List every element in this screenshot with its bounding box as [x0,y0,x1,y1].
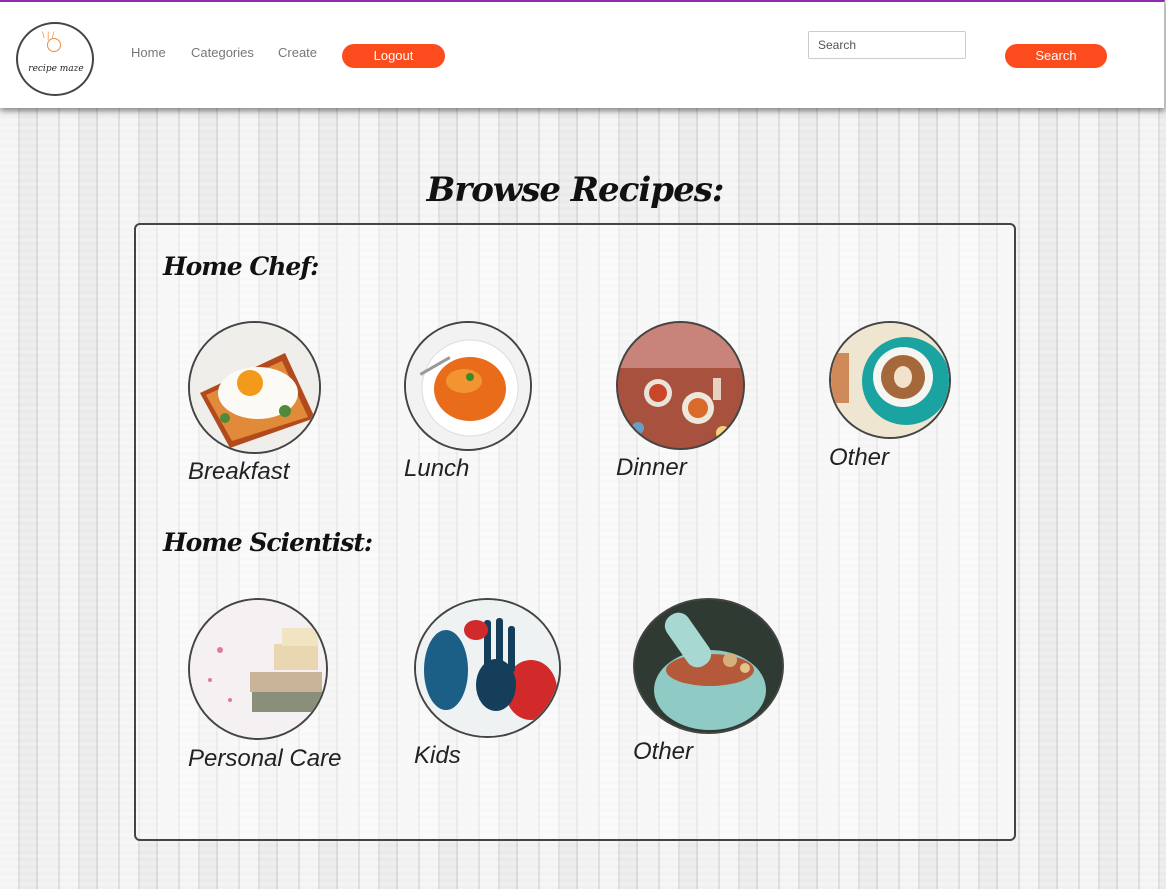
personal-care-image[interactable] [188,598,328,740]
breakfast-image[interactable] [188,321,321,454]
navbar: \ | / recipe maze Home Categories Create… [0,0,1165,108]
search-input[interactable]: Search [808,31,966,59]
lightbulb-icon [47,38,61,52]
category-breakfast[interactable]: Breakfast [188,458,289,486]
lunch-image[interactable] [404,321,532,451]
category-other-scientist[interactable]: Other [633,738,693,766]
category-dinner[interactable]: Dinner [616,454,687,482]
other-scientist-image[interactable] [633,598,784,734]
category-kids[interactable]: Kids [414,742,461,770]
page-title: Browse Recipes: [426,170,725,210]
nav-link-create[interactable]: Create [278,45,317,60]
nav-link-categories[interactable]: Categories [191,45,254,60]
other-chef-image[interactable] [829,321,951,439]
logout-button[interactable]: Logout [342,44,445,68]
logo[interactable]: \ | / recipe maze [16,22,94,96]
nav-link-home[interactable]: Home [131,45,166,60]
category-other-chef[interactable]: Other [829,444,889,472]
category-lunch[interactable]: Lunch [404,455,469,483]
search-button[interactable]: Search [1005,44,1107,68]
logo-text: recipe maze [28,64,84,74]
category-personal-care[interactable]: Personal Care [188,745,341,773]
section-title-home-chef: Home Chef: [163,252,319,281]
section-title-home-scientist: Home Scientist: [163,528,373,557]
kids-image[interactable] [414,598,561,738]
dinner-image[interactable] [616,321,745,450]
